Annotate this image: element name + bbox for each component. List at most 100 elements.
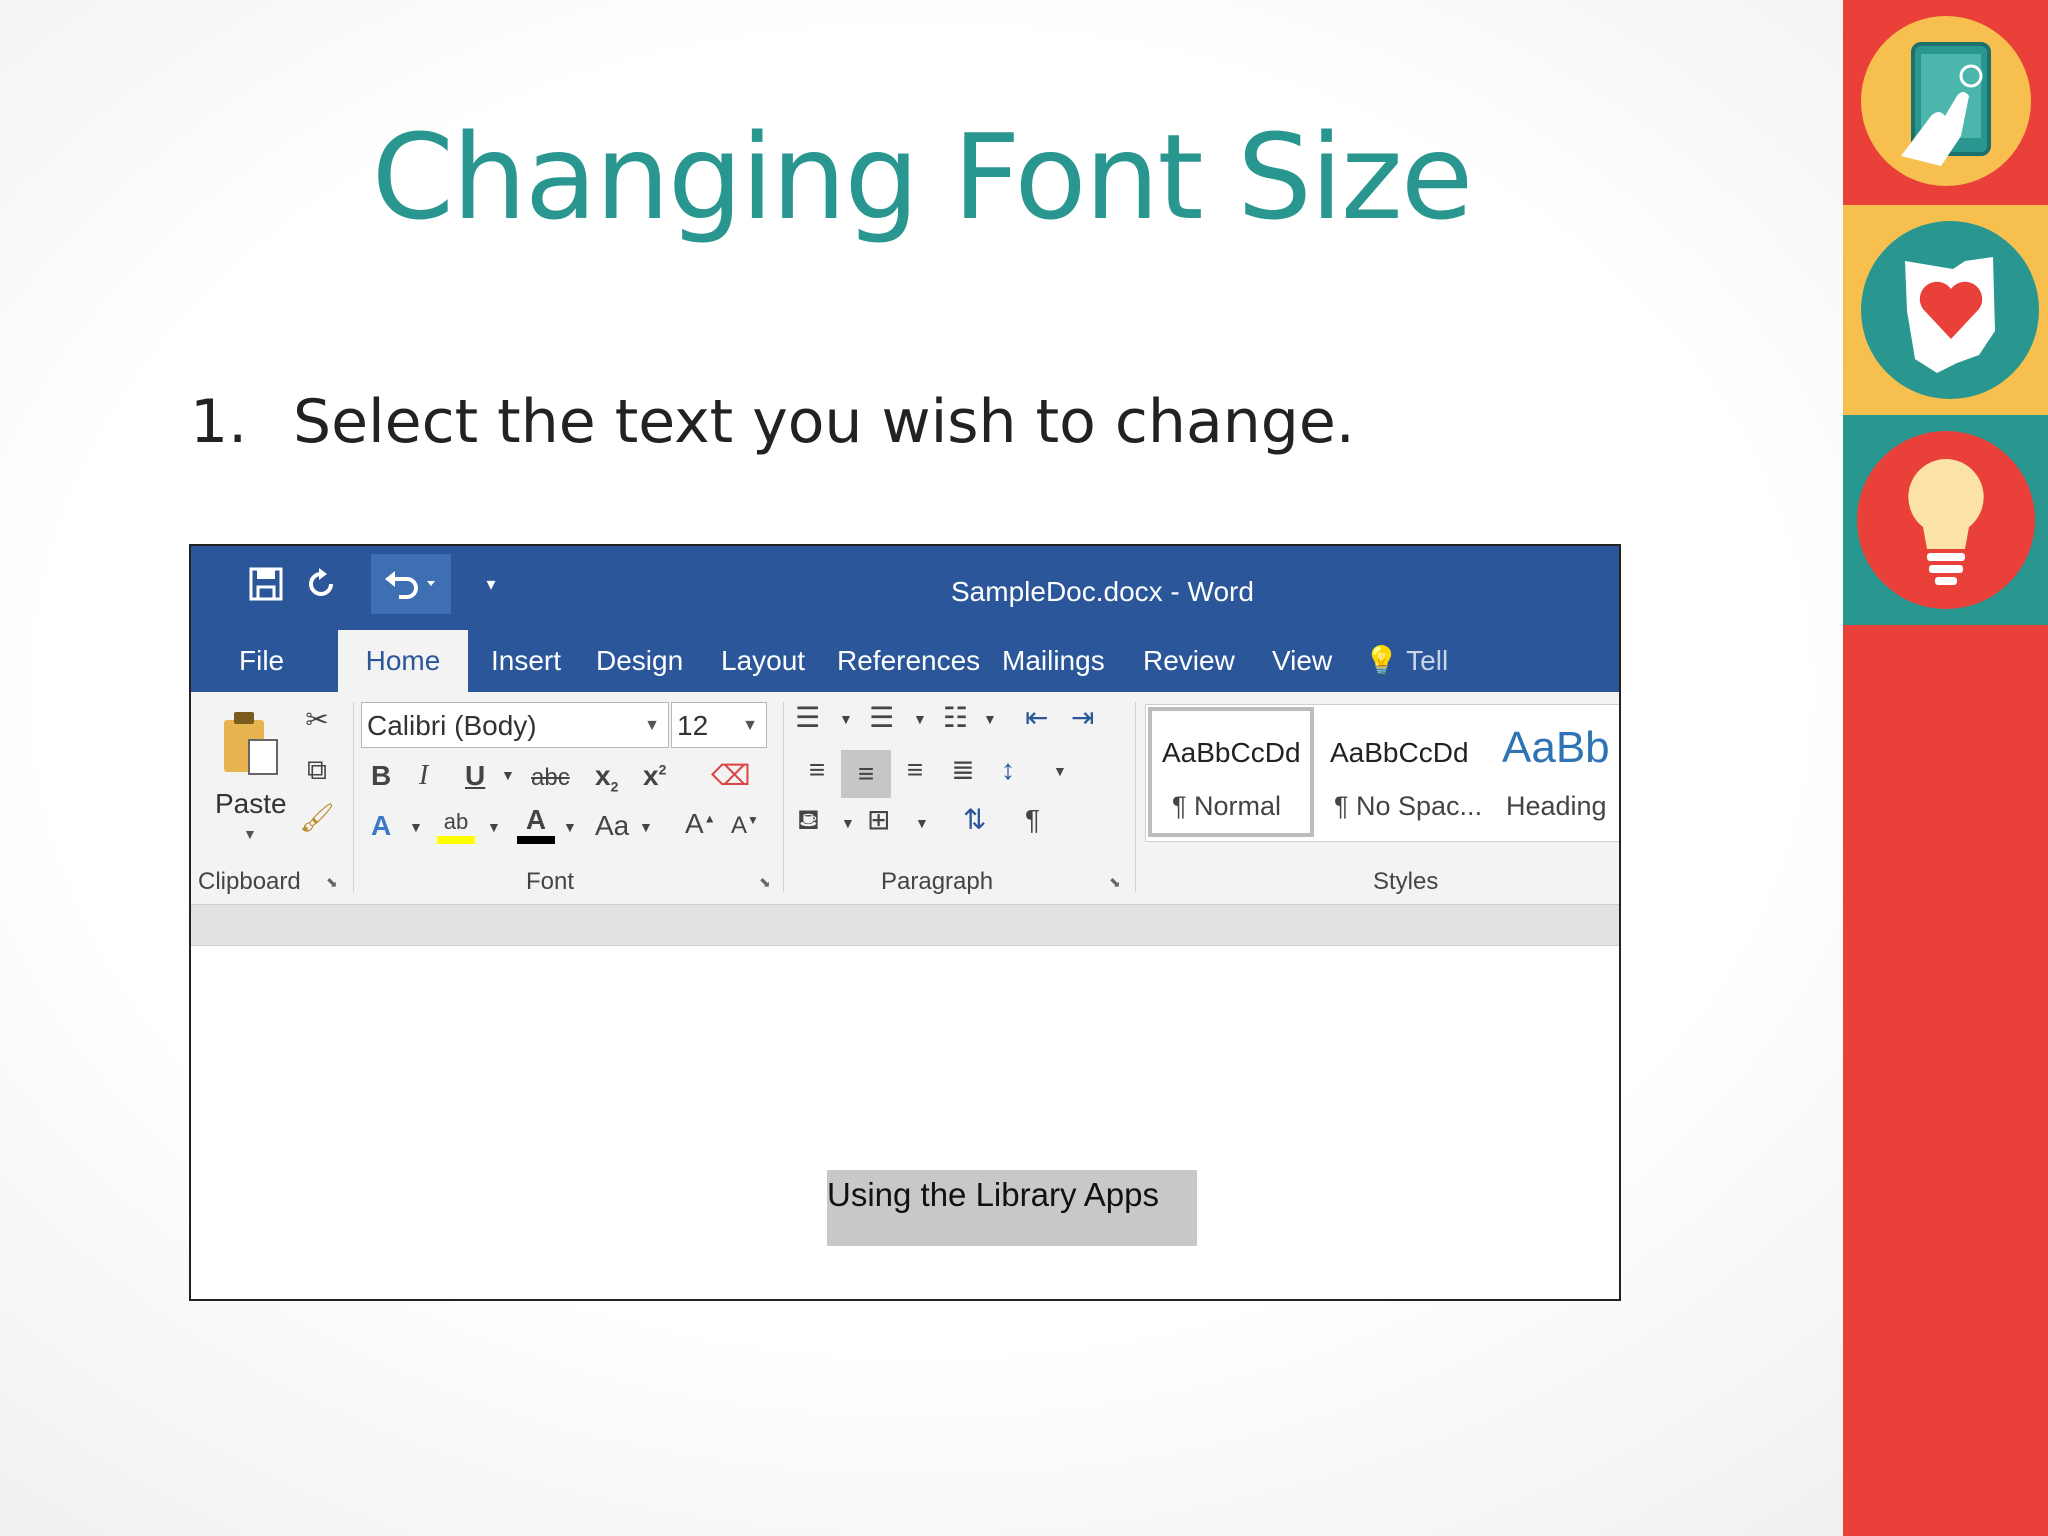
bullets-dropdown-icon[interactable]: ▼	[839, 712, 853, 726]
grow-font-button[interactable]: A▲	[685, 810, 716, 838]
style-name: ¶ No Spac...	[1334, 791, 1483, 821]
line-spacing-dropdown-icon[interactable]: ▼	[1053, 764, 1067, 778]
multilevel-dropdown-icon[interactable]: ▼	[983, 712, 997, 726]
save-icon[interactable]	[236, 554, 296, 614]
font-color-dropdown-icon[interactable]: ▼	[563, 820, 577, 834]
font-name-dropdown-icon: ▼	[644, 717, 660, 734]
repeat-icon[interactable]	[291, 554, 351, 614]
ribbon: Paste ▼ ✂ ⧉ 🖌 Clipboard ⬊ Calibri (Body)…	[191, 692, 1619, 904]
undo-icon[interactable]	[371, 554, 451, 614]
clipboard-launcher-icon[interactable]: ⬊	[326, 874, 338, 891]
style-sample: AaBbCcDd	[1330, 737, 1469, 768]
line-spacing-icon[interactable]: ↕	[1001, 756, 1015, 784]
bullets-icon[interactable]: ☰	[795, 704, 820, 732]
tab-references[interactable]: References	[837, 630, 980, 692]
justify-icon[interactable]: ≣	[943, 756, 983, 784]
font-color-bar	[517, 836, 555, 844]
increase-indent-icon[interactable]: ⇥	[1071, 704, 1094, 732]
font-color-button[interactable]: A	[517, 806, 555, 844]
underline-dropdown-icon[interactable]: ▼	[501, 768, 515, 782]
tab-view[interactable]: View	[1272, 630, 1332, 692]
style-no-spacing[interactable]: AaBbCcDd ¶ No Spac...	[1322, 707, 1488, 837]
group-label-font: Font	[526, 868, 575, 895]
align-center-icon[interactable]: ≡	[841, 750, 891, 798]
clear-formatting-icon[interactable]: ⌫	[711, 762, 751, 790]
selected-text[interactable]: Using the Library Apps	[827, 1170, 1197, 1246]
style-normal[interactable]: AaBbCcDd ¶ Normal	[1148, 707, 1314, 837]
tab-layout[interactable]: Layout	[721, 630, 805, 692]
superscript-button[interactable]: x2	[643, 762, 666, 790]
subscript-label: x	[595, 760, 611, 791]
italic-button[interactable]: I	[419, 762, 428, 790]
slide-title: Changing Font Size	[371, 108, 1474, 246]
paragraph-launcher-icon[interactable]: ⬊	[1109, 874, 1121, 891]
sidebar-band-yellow	[1843, 205, 2048, 415]
paste-dropdown-icon: ▼	[243, 826, 257, 842]
font-color-label: A	[525, 804, 547, 835]
shading-dropdown-icon[interactable]: ▼	[841, 816, 855, 830]
decorative-sidebar	[1843, 0, 2048, 1536]
font-name-box[interactable]: Calibri (Body) ▼	[361, 702, 669, 748]
highlight-button[interactable]: ab	[437, 806, 475, 844]
cut-icon[interactable]: ✂	[299, 706, 335, 734]
tablet-touch-icon	[1861, 16, 2031, 186]
underline-button[interactable]: U	[465, 762, 485, 790]
ribbon-tabs: File Home Insert Design Layout Reference…	[191, 630, 1619, 692]
font-size-value: 12	[677, 710, 709, 741]
font-launcher-icon[interactable]: ⬊	[759, 874, 771, 891]
tell-me-label: Tell	[1406, 645, 1449, 676]
paste-icon	[224, 712, 278, 775]
paste-button[interactable]: Paste ▼	[207, 702, 287, 852]
font-size-box[interactable]: 12 ▼	[671, 702, 767, 748]
highlight-label: ab	[443, 809, 469, 834]
shading-icon[interactable]: ⛾	[797, 806, 820, 834]
customize-qat-icon[interactable]: ▾	[461, 554, 521, 614]
tab-review[interactable]: Review	[1143, 630, 1235, 692]
align-right-icon[interactable]: ≡	[895, 756, 935, 784]
shrink-font-button[interactable]: A▼	[731, 814, 759, 838]
grow-font-label: A	[685, 808, 704, 839]
group-separator	[1135, 702, 1136, 892]
show-hide-button[interactable]: ¶	[1025, 806, 1040, 834]
highlight-dropdown-icon[interactable]: ▼	[487, 820, 501, 834]
change-case-dropdown-icon[interactable]: ▼	[639, 820, 653, 834]
tab-design[interactable]: Design	[596, 630, 683, 692]
tab-file[interactable]: File	[239, 630, 284, 692]
text-effects-dropdown-icon[interactable]: ▼	[409, 820, 423, 834]
sidebar-band-red	[1843, 0, 2048, 205]
multilevel-list-icon[interactable]: ☷	[943, 704, 968, 732]
highlight-color-bar	[437, 836, 475, 844]
styles-gallery: AaBbCcDd ¶ Normal AaBbCcDd ¶ No Spac... …	[1145, 704, 1619, 842]
tab-insert[interactable]: Insert	[491, 630, 561, 692]
sort-icon[interactable]: ⇅	[963, 806, 986, 834]
lightbulb-icon: 💡	[1364, 645, 1399, 676]
step-1: 1. Select the text you wish to change.	[190, 392, 1355, 452]
borders-icon[interactable]: ⊞	[867, 806, 890, 834]
ohio-heart-icon	[1861, 221, 2039, 399]
title-bar: ▾ SampleDoc.docx - Word File Home Insert…	[191, 546, 1619, 692]
document-area[interactable]: Using the Library Apps	[191, 946, 1619, 1299]
bold-button[interactable]: B	[371, 762, 391, 790]
strikethrough-button[interactable]: abc	[531, 766, 570, 790]
borders-dropdown-icon[interactable]: ▼	[915, 816, 929, 830]
group-label-clipboard: Clipboard	[198, 868, 301, 895]
copy-icon[interactable]: ⧉	[299, 756, 335, 784]
style-heading-1[interactable]: AaBb Heading	[1494, 707, 1619, 837]
group-label-styles: Styles	[1373, 868, 1439, 895]
paste-label: Paste	[215, 788, 287, 819]
subscript-button[interactable]: x2	[595, 762, 618, 794]
numbering-dropdown-icon[interactable]: ▼	[913, 712, 927, 726]
step-number: 1.	[190, 387, 248, 457]
numbering-icon[interactable]: ☰	[869, 704, 894, 732]
format-painter-icon[interactable]: 🖌	[299, 804, 335, 832]
align-left-icon[interactable]: ≡	[797, 756, 837, 784]
decrease-indent-icon[interactable]: ⇤	[1025, 704, 1048, 732]
change-case-button[interactable]: Aa	[595, 812, 629, 840]
tell-me[interactable]: 💡 Tell	[1364, 630, 1448, 692]
group-separator	[783, 702, 784, 892]
tab-mailings[interactable]: Mailings	[1002, 630, 1105, 692]
text-effects-button[interactable]: A	[371, 812, 391, 840]
tab-home[interactable]: Home	[338, 630, 468, 692]
ruler-bar	[191, 904, 1619, 946]
sidebar-band-teal	[1843, 415, 2048, 625]
